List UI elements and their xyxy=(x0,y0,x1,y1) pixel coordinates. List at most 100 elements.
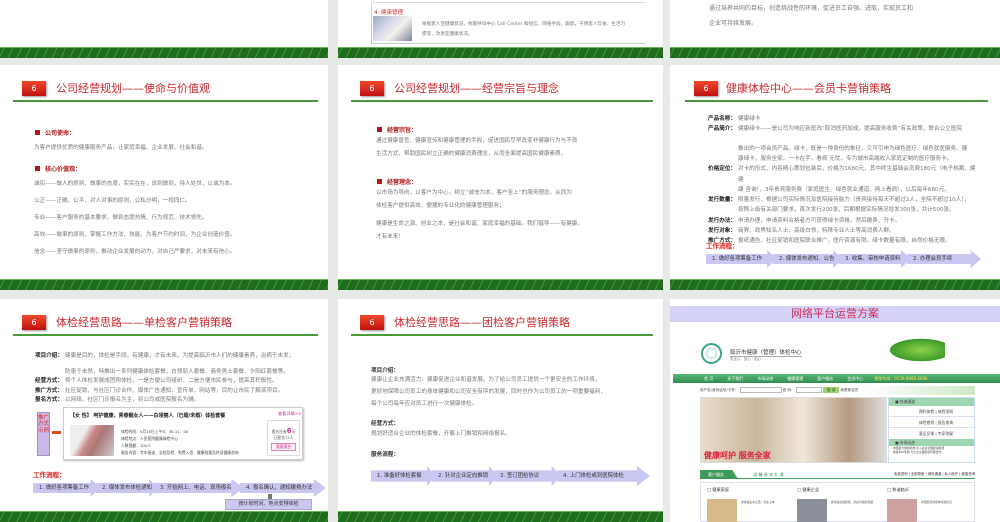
detail-key: 产品名称： xyxy=(708,116,736,122)
column-title: □ 健康企业 xyxy=(797,487,820,492)
arrow-right-icon xyxy=(52,431,61,434)
login-button[interactable]: 登 录 xyxy=(822,387,840,393)
flow-step: 2. 办理会员手续 xyxy=(907,250,981,268)
flow-step: 2. 媒体发布通知、公告 xyxy=(773,250,843,268)
nav-item[interactable]: 客户服务 xyxy=(817,376,833,381)
detail-line: 健 xyxy=(708,177,744,184)
value-line: 高效——做事的原则，掌握工作方法、技能，为客户节约时间，为企业创造价值。 xyxy=(34,232,236,238)
quick-panel: ■ 快速通道 预约体检 | 体检须知 体检套餐 | 报告查询 意见反馈 | 专家… xyxy=(888,397,975,463)
detail-line: 发行对象： 商界、政界知名人士，高级白领，特殊专业人士等高消费人群。 xyxy=(708,228,895,235)
heading-service-flow: 服务流程： xyxy=(371,452,399,458)
slide-single-checkup[interactable]: 6 体检经营思路——单检客户营销策略 项目介绍： 健康是目的，体检是手段。有健康，… xyxy=(0,299,328,522)
work-flow: 1. 做好各项筹备工作 2. 媒体发布通知、公告 3. 收集、审核申请资料 2.… xyxy=(706,250,981,268)
nav-item[interactable]: 关于我们 xyxy=(727,376,743,381)
detail-line: 推广方式： 报纸通告、社区促销和医院联合推广，医疗资源有限，绿卡数量有限，自然价格… xyxy=(708,238,951,245)
flow-step: 1. 准备好体检套餐 xyxy=(371,466,436,486)
heading-philosophy: 经营理念： xyxy=(377,177,417,186)
detail-line: 推出的一项会员产品。绿卡，既是一种身份的象征，又可引申为绿色医疗、绿色就医服务、… xyxy=(708,146,967,153)
site-name: 临沂市健康（管理）体检中心 xyxy=(730,350,802,357)
body-text: 每个公司每年应对员工进行一次健康体检。 xyxy=(371,401,478,407)
slide-thumbnail-prev-2[interactable]: 4. 健康管理 根据客人亚健康状况，依靠呼叫中心 Call Center 和短信… xyxy=(338,0,663,58)
username-input[interactable] xyxy=(739,387,782,393)
quick-link[interactable]: 预约体检 | 体检须知 xyxy=(889,406,974,417)
slide-web-platform[interactable]: 网络平台运营方案 临沂市健康（管理）体检中心 安全心 · 放心 · 贴心 首 页… xyxy=(670,299,1000,522)
heading-intro: 项目介绍： xyxy=(371,368,399,374)
nav-item[interactable]: 健康管理 xyxy=(787,376,803,381)
column-title: □ 健康家庭 xyxy=(707,487,730,492)
column-photo xyxy=(797,499,827,522)
password-input[interactable] xyxy=(795,387,822,393)
slide-member-card[interactable]: 6 健康体检中心——会员卡营销策略 产品名称： 健康绿卡 产品简介： 健康绿卡——是公… xyxy=(670,65,1000,290)
detail-line: 推广方式： 社区促销，与社区门诊合作，媒体广告通知，宣传单，网站等，目的让市民了解… xyxy=(35,388,283,395)
body-text: 生活方式，帮助国民树立正确的健康消费理念，从而全面提高国民健康素质。 xyxy=(376,151,567,157)
nav-item[interactable]: 市场动态 xyxy=(757,376,773,381)
detail-line: 报名方式： 以网络、社区门诊报名为主，到公司或医院报名为辅。 xyxy=(35,397,199,404)
detail-line: 发行办法： 申请办理，申请资料合格者方可获得绿卡资格，然后缴费、开卡。 xyxy=(708,218,900,225)
heading-operation: 经营方式： xyxy=(371,421,399,427)
value-line: 信念——坚守做事的原则，推动企业发展的动力，对自己严要求，对未来有信心。 xyxy=(34,249,236,255)
bullet-square-icon xyxy=(35,166,40,171)
detail-key: 推广方式： xyxy=(35,387,63,394)
detail-line: 防患于未然，特推出一系列健康体检套餐，白领丽人套餐、商务男士套餐、夕阳红套餐等。 xyxy=(35,369,289,376)
nav-item[interactable]: 会员中心 xyxy=(847,376,863,381)
ad-more-link[interactable]: 查看详情>> xyxy=(278,411,302,417)
detail-value: 健康绿卡 xyxy=(738,116,761,122)
news-item[interactable]: 健康365专题 与企业全面健康管理合作 xyxy=(889,450,974,454)
detail-line: 发行数量： 限量发行，根据公司实际情况及医院接待能力（贵宾接待每天不超过2人，全院… xyxy=(708,197,970,204)
detail-key: 发行办法： xyxy=(708,217,736,224)
detail-value: 申请办理，申请资料合格者方可获得绿卡资格，然后缴费、开卡。 xyxy=(738,217,901,224)
detail-value: 健康是目的，体检是手段。有健康，才有未来。为提高临沂市人们的健康素养，治病于未发… xyxy=(65,353,295,359)
flow-label: 工作流程： xyxy=(33,471,66,479)
flow-label: 工作流程： xyxy=(706,242,739,250)
flow-step: 4. 报名确认，通知缴费办法 xyxy=(240,479,326,497)
service-columns: □ 健康家庭 □ 健康企业 □ 和谐临沂 健康是生命之源，创业之本 健康是社会和… xyxy=(700,482,975,522)
ad-photo xyxy=(70,425,114,456)
example-label: 推广方式示例 xyxy=(37,412,50,456)
slide-title-banner: 网络平台运营方案 xyxy=(670,306,1000,322)
body-text: 健康是生命之源、创业之本，是社会和谐、家庭幸福的基础。我们倡导——有健康， xyxy=(376,221,583,227)
slide-title: 体检经营思路——单检客户营销策略 xyxy=(56,316,232,329)
signup-button[interactable]: 我要报名 xyxy=(271,443,296,451)
slide-mission-values[interactable]: 6 公司经营规划——使命与价值观 公司使命： 为客户提供优质的健康服务产品，让家… xyxy=(0,65,328,290)
grass-footer xyxy=(670,279,1000,290)
grass-footer xyxy=(338,279,663,290)
grass-footer xyxy=(338,47,663,58)
ad-detail: 服务内容：专车接送、全程导检、免费入会、健康档案及终身健康咨询 xyxy=(121,450,239,455)
slide-thumbnail-prev-3[interactable]: 通过培养共同的目标，创造挑战性的环境，促进员工自强、进取，实现员工和 企业可持续… xyxy=(670,0,1000,58)
photo-doctors xyxy=(373,16,412,41)
grass-footer xyxy=(338,511,663,522)
days-left: 报名还有6天 xyxy=(271,427,296,435)
title-underline xyxy=(685,100,988,102)
detail-value: 健 xyxy=(738,176,744,183)
hotline: 客服专线：0539-8688 6688 xyxy=(874,376,928,381)
service-flow: 1. 准备好体检套餐 2. 针对企业定向推销 3. 签订团检协议 4. 上门体检… xyxy=(371,466,650,486)
title-underline xyxy=(13,334,318,336)
quick-title: ■ 快速通道 xyxy=(889,398,974,406)
detail-line: 产品名称： 健康绿卡 xyxy=(708,116,760,123)
section-number-badge: 6 xyxy=(22,315,46,330)
detail-line: 按照上级有关部门要求，首次发行200张，后期根据实际情况增发300张，共计500… xyxy=(708,207,955,214)
slide-purpose-philosophy[interactable]: 6 公司经营规划——经营宗旨与理念 经营宗旨： 通过健康普查、健康宣传和健康管理… xyxy=(338,65,663,290)
detail-value: 限量发行，根据公司实际情况及医院接待能力（贵宾接待每天不超过2人，全院不超过10… xyxy=(738,197,970,204)
slide-group-checkup[interactable]: 6 体检经营思路——团检客户营销策略 项目介绍： 健康让企业充满活力，健康促进企… xyxy=(338,299,663,522)
detail-line: 康绿卡，服务全家。一卡在手，看病 无忧。专为城市高端收入家庭定制的医疗服务卡。 xyxy=(708,156,952,163)
detail-value: 康绿卡，服务全家。一卡在手，看病 无忧。专为城市高端收入家庭定制的医疗服务卡。 xyxy=(738,155,953,162)
slide-thumbnail-prev-1[interactable] xyxy=(0,0,328,58)
new-member-link[interactable]: 我是新会员 xyxy=(840,388,858,392)
column-photo xyxy=(707,499,737,522)
site-logo-icon xyxy=(701,343,722,364)
section-number-badge: 6 xyxy=(360,81,384,96)
detail-key: 发行对象： xyxy=(708,228,736,234)
nav-item[interactable]: 首 页 xyxy=(704,376,713,381)
quick-link[interactable]: 意见反馈 | 专家答疑 xyxy=(889,428,974,439)
detail-line: 经营方式： 将个人体检发展成团购体检，一是方便公司组织，二是方便市民参与，提高其积… xyxy=(35,378,278,385)
quick-link[interactable]: 体检套餐 | 报告查询 xyxy=(889,417,974,428)
family-photo-banner: 健康呵护 服务全家 xyxy=(700,397,887,463)
detail-value: 商界、政界知名人士，高级白领，特殊专业人士等高消费人群。 xyxy=(738,228,895,234)
bullet-square-icon xyxy=(377,127,382,132)
grass-footer xyxy=(0,279,328,290)
countdown-box: 报名还有6天 已报名72人 我要报名 xyxy=(267,420,300,456)
ad-detail: 人数限额：100人 xyxy=(121,443,152,448)
section-number-badge: 6 xyxy=(22,81,46,96)
body-text: 更好地保障公司员工的身体健康和公司安全有序的发展，同时也作为公司员工的一项重要福… xyxy=(371,389,606,395)
